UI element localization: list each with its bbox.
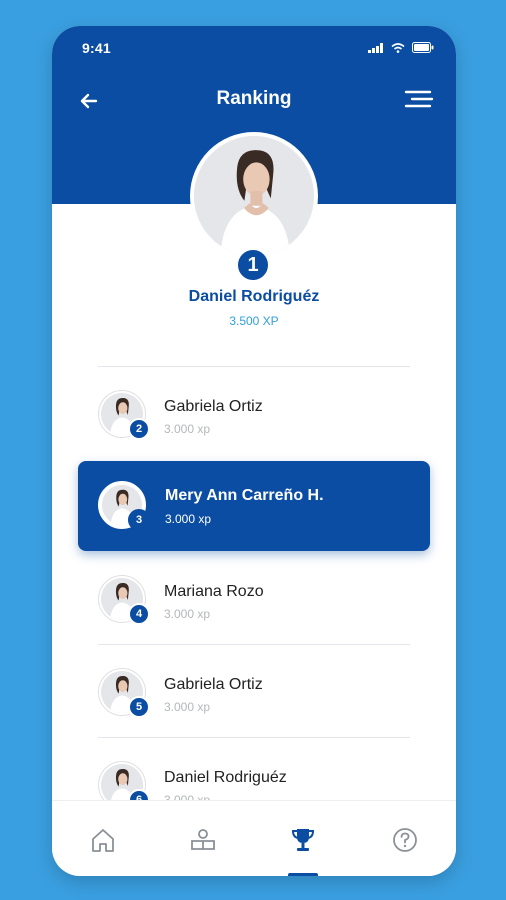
user-name: Mariana Rozo [164, 583, 264, 600]
rank-badge: 3 [128, 509, 150, 531]
active-tab-indicator [288, 873, 318, 876]
user-name: Mery Ann Carreño H. [165, 487, 324, 504]
user-xp: 3.000 xp [164, 422, 211, 436]
bottom-nav [52, 800, 456, 876]
divider [98, 737, 410, 738]
ranking-row[interactable]: 2 Gabriela Ortiz 3.000 xp [98, 388, 410, 452]
ranking-row-active[interactable]: 3 Mery Ann Carreño H. 3.000 xp [78, 461, 430, 551]
status-time: 9:41 [82, 40, 111, 56]
user-name: Gabriela Ortiz [164, 676, 263, 693]
divider [98, 644, 410, 645]
champion-rank-badge: 1 [236, 248, 270, 282]
menu-icon[interactable] [404, 87, 434, 111]
ranking-row[interactable]: 5 Gabriela Ortiz 3.000 xp [98, 666, 410, 730]
trophy-icon[interactable] [288, 825, 318, 855]
wifi-icon [391, 42, 405, 53]
user-xp: 3.000 xp [164, 700, 211, 714]
user-xp: 3.000 xp [165, 512, 212, 526]
champion-avatar [190, 132, 318, 260]
champion-xp: 3.500 XP [229, 314, 279, 328]
status-icons [368, 42, 434, 53]
person-photo-icon [194, 136, 314, 256]
rank-badge: 2 [128, 418, 150, 440]
champion-photo [194, 136, 314, 256]
divider [98, 366, 410, 367]
rank-badge: 4 [128, 603, 150, 625]
help-icon[interactable] [390, 825, 420, 855]
champion-name: Daniel Rodriguéz [188, 288, 320, 305]
page-title: Ranking [216, 88, 292, 109]
user-name: Daniel Rodriguéz [164, 769, 287, 786]
ranking-row[interactable]: 4 Mariana Rozo 3.000 xp [98, 573, 410, 637]
signal-icon [368, 42, 383, 53]
phone-screen: 9:41 Ranking 1 Daniel Rodriguéz 3.500 XP… [52, 26, 456, 876]
user-card-icon[interactable] [188, 825, 218, 855]
top-bar: Ranking [52, 86, 456, 116]
user-xp: 3.000 xp [164, 607, 211, 621]
user-name: Gabriela Ortiz [164, 398, 263, 415]
rank-badge: 5 [128, 696, 150, 718]
battery-icon [412, 42, 434, 53]
status-bar: 9:41 [82, 40, 434, 60]
home-icon[interactable] [88, 825, 118, 855]
